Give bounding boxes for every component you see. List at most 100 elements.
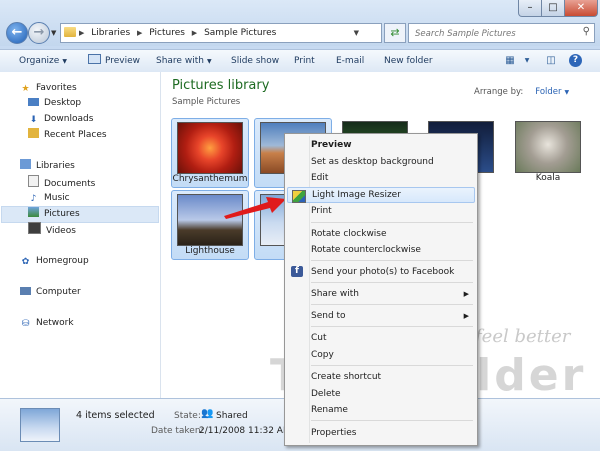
- menu-separator: [311, 304, 473, 305]
- chevron-right-icon[interactable]: ▶: [79, 29, 84, 37]
- arrange-by-dropdown[interactable]: Folder: [535, 87, 561, 97]
- state-value: Shared: [216, 411, 248, 421]
- slide-show-button[interactable]: Slide show: [231, 50, 279, 72]
- explorer-window: – □ ✕ ← → ▼ ▶ Libraries ▶ Pictures ▶ Sam…: [0, 0, 600, 451]
- menu-item-print[interactable]: Print: [287, 203, 475, 219]
- music-icon: ♪: [30, 194, 37, 204]
- nav-libraries[interactable]: Libraries: [20, 159, 178, 174]
- breadcrumb-pictures[interactable]: Pictures: [149, 28, 185, 38]
- homegroup-icon: ✿: [21, 257, 30, 267]
- light-image-resizer-icon: [292, 190, 306, 203]
- thumbnail-image: [515, 121, 581, 173]
- menu-item-label: Preview: [311, 140, 352, 150]
- downloads-icon: ⬇: [29, 115, 38, 125]
- nav-homegroup[interactable]: ✿ Homegroup: [20, 254, 178, 269]
- nav-favorites[interactable]: ★ Favorites: [20, 81, 178, 96]
- back-arrow-icon: ←: [11, 25, 23, 40]
- address-dropdown-icon[interactable]: ▼: [354, 24, 359, 42]
- menu-item-rename[interactable]: Rename: [287, 402, 475, 418]
- share-with-button[interactable]: Share with ▼: [156, 50, 212, 72]
- red-arrow-icon: [224, 197, 286, 219]
- search-input[interactable]: [413, 26, 577, 41]
- address-bar[interactable]: ▶ Libraries ▶ Pictures ▶ Sample Pictures…: [60, 23, 382, 43]
- preview-icon: [88, 54, 101, 64]
- menu-separator: [311, 420, 473, 421]
- menu-item-label: Print: [311, 206, 332, 216]
- nav-label: Desktop: [44, 98, 82, 108]
- menu-item-share-with[interactable]: Share with ▶: [287, 286, 475, 302]
- chevron-down-icon[interactable]: ▼: [565, 89, 570, 96]
- nav-label: Favorites: [36, 83, 77, 93]
- thumbnail-label: Chrysanthemum: [172, 174, 248, 184]
- submenu-arrow-icon: ▶: [463, 290, 469, 298]
- help-icon[interactable]: ?: [569, 54, 582, 67]
- new-folder-button[interactable]: New folder: [384, 50, 433, 72]
- view-options-icon[interactable]: ▦: [503, 54, 517, 67]
- date-taken-label: Date taken:: [151, 426, 204, 436]
- menu-item-rotate-counterclockwise[interactable]: Rotate counterclockwise: [287, 242, 475, 258]
- breadcrumb-libraries[interactable]: Libraries: [91, 28, 130, 38]
- minimize-button[interactable]: –: [518, 0, 542, 17]
- menu-item-create-shortcut[interactable]: Create shortcut: [287, 369, 475, 385]
- search-icon[interactable]: ⚲: [583, 26, 590, 37]
- nav-label: Downloads: [44, 114, 94, 124]
- menu-item-properties[interactable]: Properties: [287, 425, 475, 441]
- organize-button[interactable]: Organize ▼: [19, 50, 67, 72]
- menu-item-send-to[interactable]: Send to ▶: [287, 308, 475, 324]
- nav-computer[interactable]: Computer: [20, 285, 178, 300]
- thumbnail-image: [177, 122, 243, 174]
- menu-separator: [311, 326, 473, 327]
- menu-item-label: Light Image Resizer: [312, 190, 401, 200]
- menu-item-edit[interactable]: Edit: [287, 170, 475, 186]
- menu-item-cut[interactable]: Cut: [287, 330, 475, 346]
- view-dropdown-icon[interactable]: ▼: [520, 54, 534, 67]
- menu-item-set-desktop-background[interactable]: Set as desktop background: [287, 154, 475, 170]
- menu-item-send-to-facebook[interactable]: f Send your photo(s) to Facebook: [287, 264, 475, 280]
- chevron-right-icon[interactable]: ▶: [192, 29, 197, 37]
- menu-item-copy[interactable]: Copy: [287, 347, 475, 363]
- breadcrumb-sample-pictures[interactable]: Sample Pictures: [204, 28, 276, 38]
- menu-item-label: Delete: [311, 389, 341, 399]
- menu-separator: [311, 282, 473, 283]
- email-button[interactable]: E-mail: [336, 50, 364, 72]
- thumbnail-koala[interactable]: Koala: [510, 118, 586, 186]
- menu-item-label: Properties: [311, 428, 357, 438]
- email-label: E-mail: [336, 56, 365, 66]
- menu-item-label: Share with: [311, 289, 359, 299]
- forward-button[interactable]: →: [28, 22, 50, 44]
- print-button[interactable]: Print: [294, 50, 315, 72]
- recent-pages-dropdown-icon[interactable]: ▼: [51, 29, 57, 37]
- refresh-button[interactable]: ⇄: [384, 23, 406, 43]
- menu-item-label: Create shortcut: [311, 372, 382, 382]
- menu-item-label: Send your photo(s) to Facebook: [311, 267, 455, 277]
- nav-label: Homegroup: [36, 256, 89, 266]
- back-button[interactable]: ←: [6, 22, 28, 44]
- selection-thumbnail: [20, 408, 60, 442]
- menu-separator: [311, 222, 473, 223]
- preview-button[interactable]: Preview: [88, 50, 140, 72]
- nav-label: Computer: [36, 287, 81, 297]
- page-title: Pictures library: [172, 78, 270, 93]
- menu-item-light-image-resizer[interactable]: Light Image Resizer: [287, 187, 475, 203]
- maximize-button[interactable]: □: [541, 0, 565, 17]
- close-button[interactable]: ✕: [564, 0, 598, 17]
- thumbnail-label: Lighthouse: [185, 246, 235, 256]
- date-taken-value[interactable]: 2/11/2008 11:32 AM -: [199, 426, 297, 436]
- share-with-label: Share with: [156, 56, 204, 66]
- nav-pictures[interactable]: Pictures: [1, 206, 159, 223]
- menu-separator: [311, 260, 473, 261]
- chevron-right-icon[interactable]: ▶: [137, 29, 142, 37]
- menu-item-preview[interactable]: Preview: [287, 137, 475, 153]
- menu-item-rotate-clockwise[interactable]: Rotate clockwise: [287, 226, 475, 242]
- breadcrumb: ▶ Libraries ▶ Pictures ▶ Sample Pictures: [79, 24, 280, 42]
- star-icon: ★: [21, 84, 30, 94]
- thumbnail-chrysanthemum[interactable]: Chrysanthemum: [171, 118, 249, 188]
- search-box[interactable]: ⚲: [408, 23, 595, 43]
- submenu-arrow-icon: ▶: [463, 312, 469, 320]
- nav-label: Network: [36, 318, 74, 328]
- watermark-tagline: feel better: [475, 326, 571, 347]
- menu-item-delete[interactable]: Delete: [287, 386, 475, 402]
- preview-pane-icon[interactable]: ◫: [544, 54, 558, 67]
- nav-network[interactable]: ⛁ Network: [20, 316, 178, 331]
- videos-icon: [28, 222, 41, 234]
